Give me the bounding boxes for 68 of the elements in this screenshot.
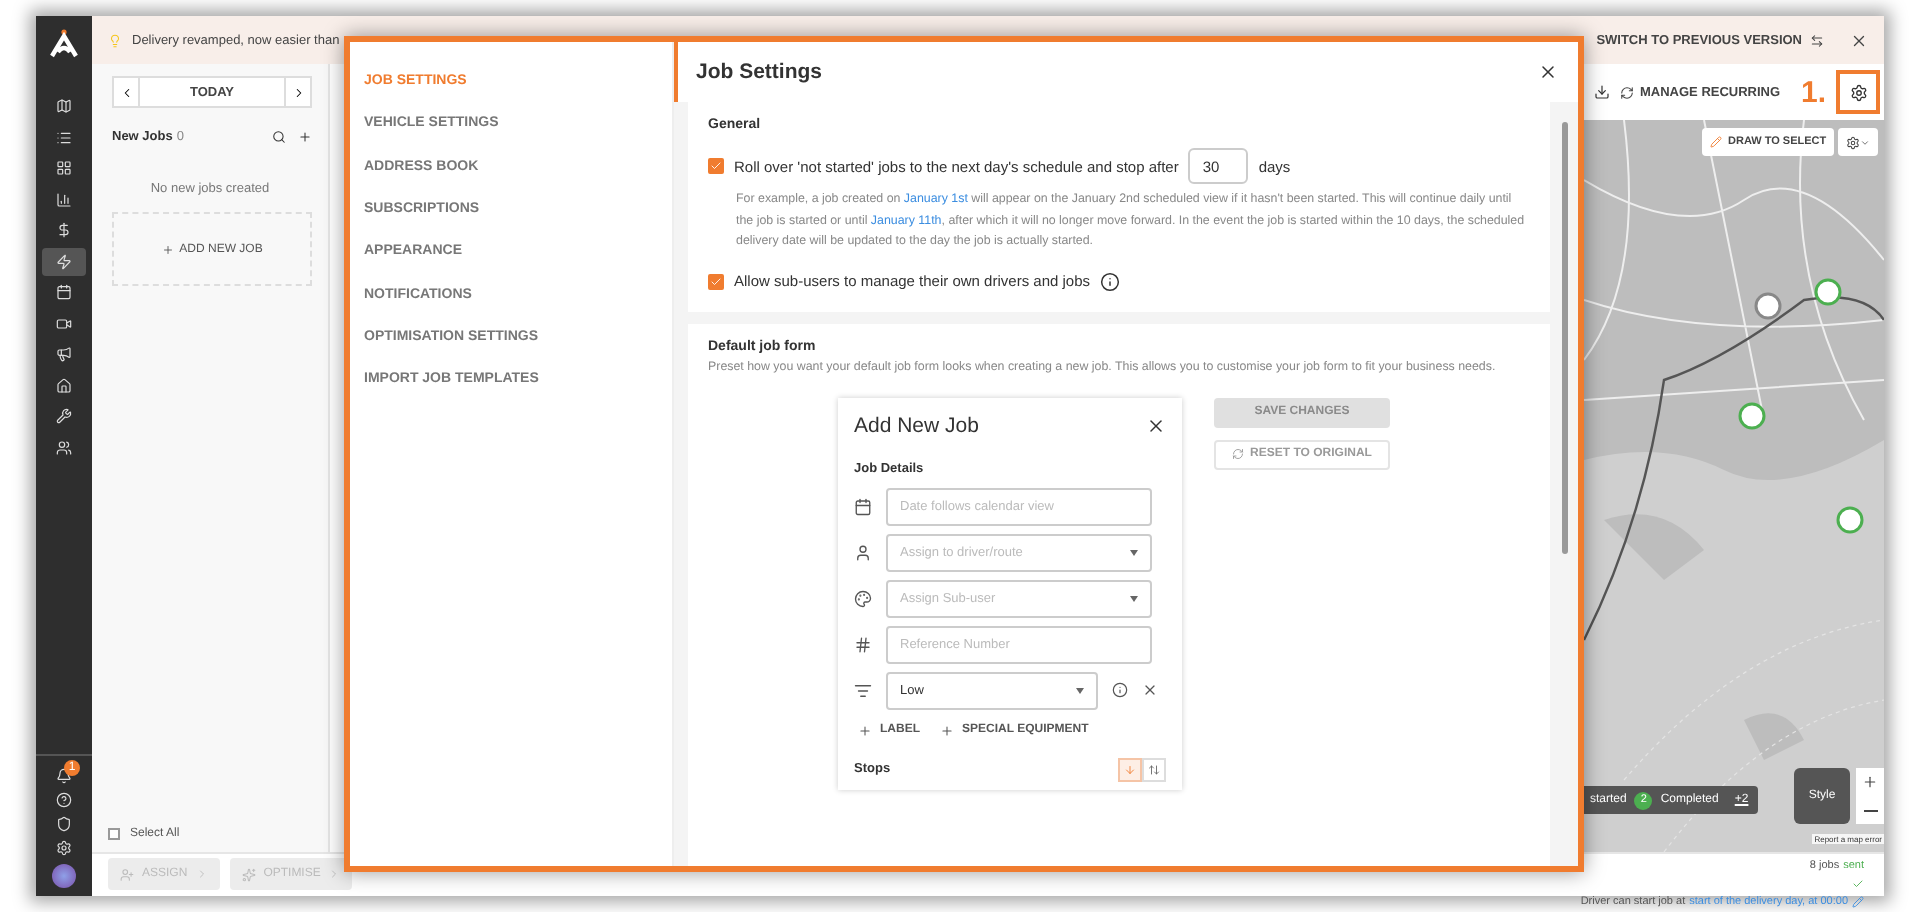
calendar-icon — [56, 284, 72, 300]
arrow-down-icon — [1124, 763, 1136, 775]
preview-title: Add New Job — [854, 413, 979, 437]
close-icon — [1146, 415, 1166, 435]
people-icon — [56, 439, 72, 455]
chevron-right-icon — [291, 85, 305, 99]
camera-icon — [56, 315, 72, 331]
person-icon — [854, 543, 872, 561]
help-icon[interactable] — [56, 792, 72, 808]
chevron-right-icon — [195, 868, 208, 880]
house-icon — [56, 377, 72, 393]
swap-icon — [1810, 33, 1824, 47]
sort-icon — [1148, 763, 1160, 775]
info-icon[interactable] — [1100, 271, 1121, 291]
plus-icon — [858, 723, 872, 737]
bar-chart-icon — [56, 191, 72, 207]
minus-icon — [1863, 809, 1877, 811]
info-icon[interactable] — [1112, 682, 1128, 698]
lightning-icon — [56, 253, 72, 269]
avatar[interactable] — [52, 864, 76, 888]
logo-icon — [48, 28, 80, 60]
refresh-icon — [1620, 85, 1634, 99]
annotation-label: 1. — [1800, 75, 1826, 109]
add-user-icon — [120, 867, 134, 881]
grid-icon — [56, 160, 72, 176]
plus-icon — [1862, 774, 1878, 790]
remove-icon[interactable] — [1142, 682, 1158, 698]
list-icon — [56, 129, 72, 145]
chevron-right-icon — [328, 868, 341, 880]
add-icon[interactable] — [298, 130, 312, 144]
calendar-icon — [854, 497, 872, 515]
sidebar-item[interactable] — [42, 247, 86, 275]
checkbox[interactable] — [708, 158, 724, 174]
download-icon[interactable] — [1594, 84, 1610, 100]
map-settings-button[interactable] — [1838, 128, 1878, 156]
shield-icon[interactable] — [56, 816, 72, 832]
hash-icon — [854, 635, 872, 653]
palette-icon — [854, 589, 872, 607]
settings-icon[interactable] — [1849, 83, 1867, 101]
megaphone-icon — [56, 346, 72, 362]
chevron-left-icon — [119, 85, 133, 99]
caret-icon — [1860, 137, 1870, 147]
dialog-title: Job Settings — [696, 60, 823, 84]
gear-icon — [1846, 135, 1860, 149]
close-button[interactable] — [1850, 31, 1868, 49]
close-button[interactable] — [1538, 62, 1558, 82]
close-button[interactable] — [1146, 415, 1166, 435]
check-icon — [1852, 878, 1864, 890]
priority-icon — [854, 681, 872, 699]
plus-icon — [940, 723, 954, 737]
check-icon — [710, 160, 722, 172]
sort-button[interactable] — [1142, 757, 1166, 781]
refresh-icon — [1232, 448, 1245, 460]
close-icon — [1850, 31, 1868, 49]
map-icon — [56, 98, 72, 114]
tools-icon — [56, 408, 72, 424]
scrollbar[interactable] — [1562, 122, 1568, 554]
lightbulb-icon — [108, 33, 122, 47]
dollar-icon — [56, 222, 72, 238]
pencil-icon[interactable] — [1852, 896, 1864, 908]
search-icon[interactable] — [272, 130, 286, 144]
sparkle-icon — [241, 867, 256, 881]
pencil-icon — [1710, 136, 1722, 148]
plus-icon — [161, 243, 174, 255]
close-icon — [1538, 62, 1558, 82]
bell-icon[interactable] — [56, 768, 72, 784]
checkbox[interactable] — [708, 273, 724, 289]
check-icon — [710, 275, 722, 287]
